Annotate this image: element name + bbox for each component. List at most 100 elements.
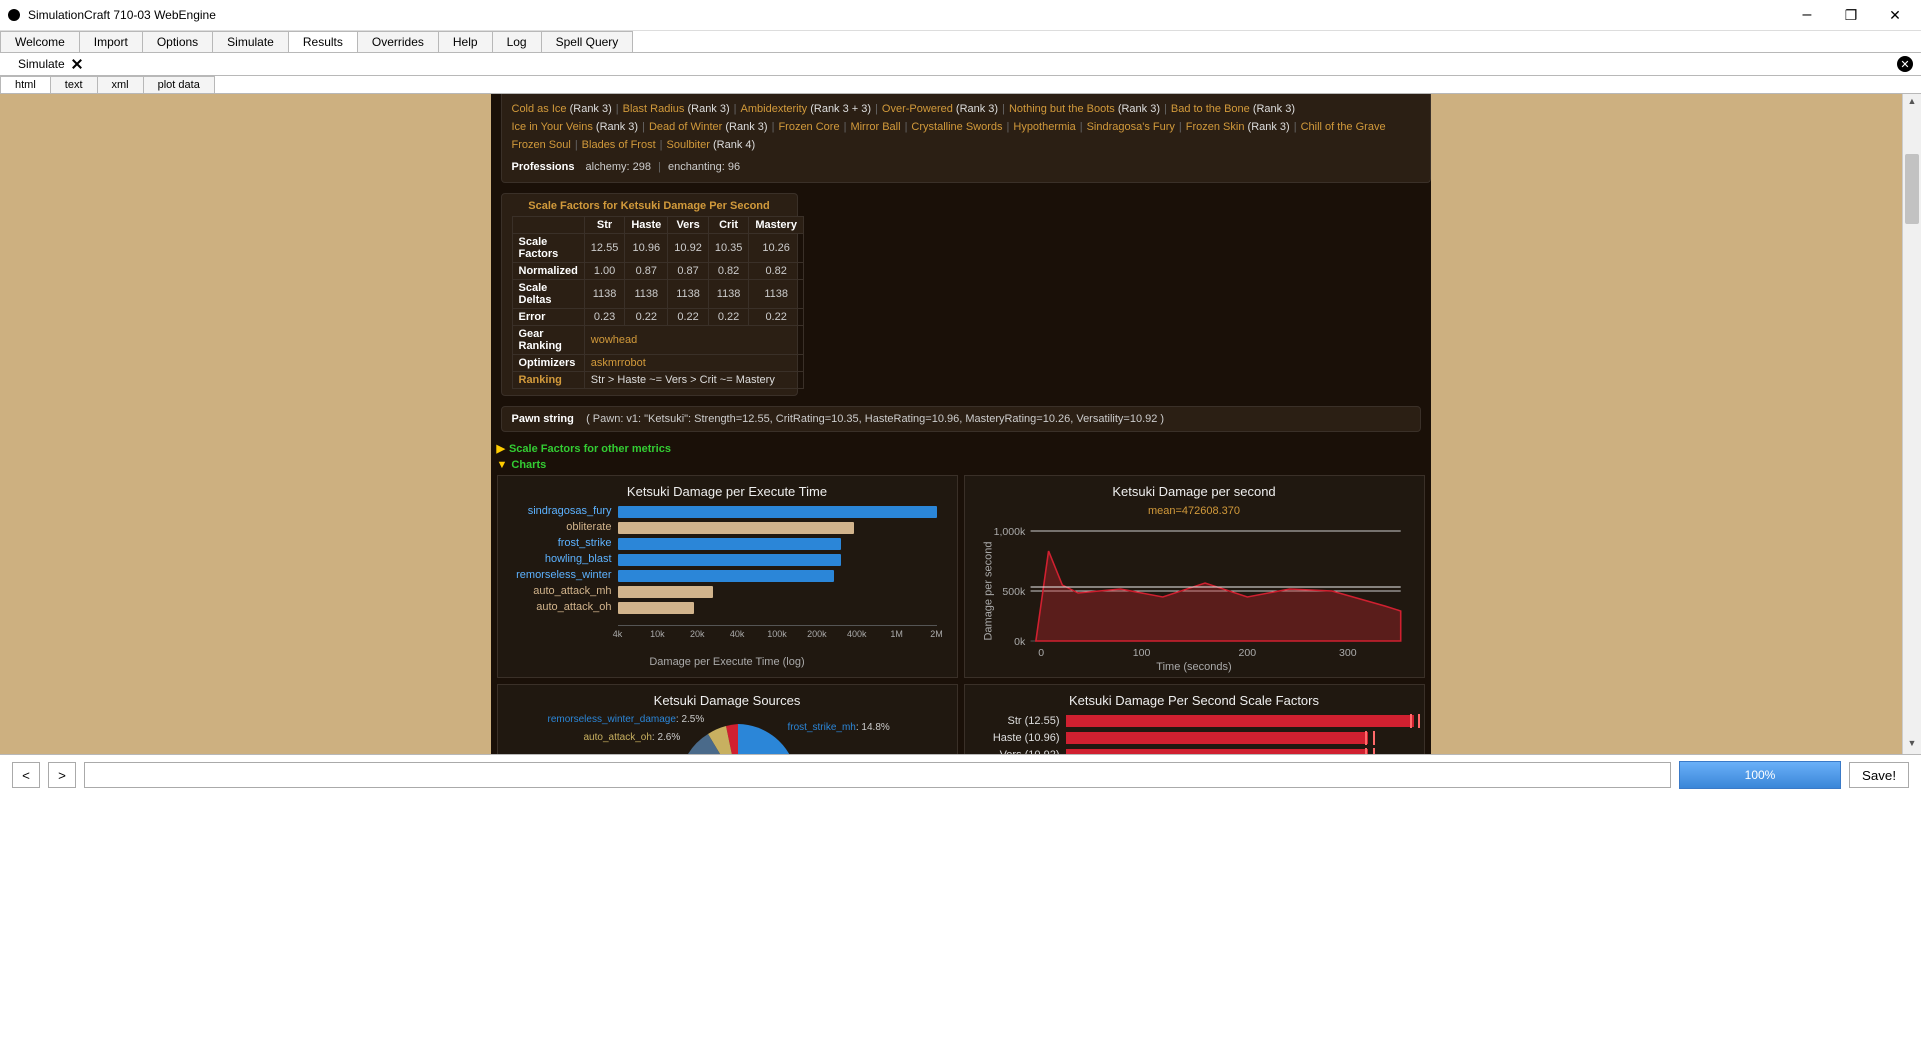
wowhead-link[interactable]: wowhead — [591, 334, 637, 346]
scroll-up-icon[interactable]: ▲ — [1905, 96, 1919, 110]
pie-label: auto_attack_oh: 2.6% — [584, 732, 681, 743]
save-button[interactable]: Save! — [1849, 762, 1909, 788]
artifact-panel: Cold as Ice (Rank 3)|Blast Radius (Rank … — [501, 94, 1431, 183]
nav-back-button[interactable]: < — [12, 762, 40, 788]
expand-right-icon: ▶ — [497, 443, 505, 455]
talent-link[interactable]: Cold as Ice — [512, 103, 567, 115]
dpet-bar: howling_blast — [618, 553, 937, 567]
scale-bar: Haste (10.96) — [975, 731, 1414, 745]
scale-factors-panel: Scale Factors for Ketsuki Damage Per Sec… — [501, 193, 798, 396]
talent-rank: (Rank 3) — [1118, 103, 1160, 115]
dpet-bar-label: auto_attack_mh — [508, 585, 612, 597]
minimize-button[interactable] — [1785, 0, 1829, 30]
talent-link[interactable]: Frozen Core — [778, 121, 839, 133]
scale-bar: Str (12.55) — [975, 714, 1414, 728]
close-all-button[interactable]: ✕ — [1897, 56, 1913, 72]
close-tab-icon[interactable] — [71, 58, 83, 70]
scale-factors-chart: Ketsuki Damage Per Second Scale Factors … — [964, 684, 1425, 754]
talent-link[interactable]: Nothing but the Boots — [1009, 103, 1115, 115]
talent-link[interactable]: Frozen Skin — [1186, 121, 1245, 133]
talent-link[interactable]: Frozen Soul — [512, 139, 571, 151]
pawn-label: Pawn string — [512, 413, 574, 425]
damage-sources-chart: Ketsuki Damage Sources remorseless_winte… — [497, 684, 958, 754]
scale-factors-table: StrHasteVersCritMasteryScale Factors12.5… — [512, 216, 804, 389]
talent-rank: (Rank 3) — [687, 103, 729, 115]
talent-rank: (Rank 3) — [725, 121, 767, 133]
maximize-button[interactable] — [1829, 0, 1873, 30]
dpet-xlabel: Damage per Execute Time (log) — [508, 656, 947, 668]
talent-link[interactable]: Over-Powered — [882, 103, 953, 115]
bottom-bar: < > 100% Save! — [0, 754, 1921, 795]
pawn-string-panel: Pawn string ( Pawn: v1: "Ketsuki": Stren… — [501, 406, 1421, 432]
talent-link[interactable]: Bad to the Bone — [1171, 103, 1250, 115]
expand-down-icon: ▼ — [497, 459, 508, 471]
talent-link[interactable]: Hypothermia — [1013, 121, 1075, 133]
profession-alchemy: alchemy: 298 — [586, 161, 651, 173]
dpet-bar-label: frost_strike — [508, 537, 612, 549]
titlebar: SimulationCraft 710-03 WebEngine — [0, 0, 1921, 31]
tab-welcome[interactable]: Welcome — [0, 31, 80, 52]
talent-link[interactable]: Blades of Frost — [582, 139, 656, 151]
talent-link[interactable]: Dead of Winter — [649, 121, 722, 133]
svg-text:300: 300 — [1339, 648, 1357, 659]
talent-rank: (Rank 3) — [1248, 121, 1290, 133]
scalechart-title: Ketsuki Damage Per Second Scale Factors — [975, 693, 1414, 708]
talent-link[interactable]: Mirror Ball — [850, 121, 900, 133]
tab-simulate[interactable]: Simulate — [212, 31, 289, 52]
dps-title: Ketsuki Damage per second — [975, 484, 1414, 499]
dpet-bar: frost_strike — [618, 537, 937, 551]
dpet-bar-label: howling_blast — [508, 553, 612, 565]
talent-link[interactable]: Ambidexterity — [741, 103, 808, 115]
scroll-thumb[interactable] — [1905, 154, 1919, 224]
viewtab-html[interactable]: html — [0, 76, 51, 93]
scale-factors-other-expander[interactable]: ▶Scale Factors for other metrics — [497, 442, 1431, 455]
talent-rank: (Rank 3) — [596, 121, 638, 133]
viewtab-xml[interactable]: xml — [97, 76, 144, 93]
sources-title: Ketsuki Damage Sources — [508, 693, 947, 708]
pawn-value: ( Pawn: v1: "Ketsuki": Strength=12.55, C… — [586, 413, 1164, 425]
main-tabs: WelcomeImportOptionsSimulateResultsOverr… — [0, 31, 1921, 53]
vertical-scrollbar[interactable]: ▲ ▼ — [1902, 94, 1921, 754]
talent-link[interactable]: Chill of the Grave — [1301, 121, 1386, 133]
scroll-down-icon[interactable]: ▼ — [1905, 738, 1919, 752]
dpet-bar: auto_attack_oh — [618, 601, 937, 615]
tab-options[interactable]: Options — [142, 31, 213, 52]
talent-link[interactable]: Blast Radius — [623, 103, 685, 115]
dps-chart: Ketsuki Damage per second mean=472608.37… — [964, 475, 1425, 678]
profession-enchanting: enchanting: 96 — [668, 161, 740, 173]
tab-results[interactable]: Results — [288, 31, 358, 52]
dpet-bar: obliterate — [618, 521, 937, 535]
dps-subtitle: mean=472608.370 — [975, 505, 1414, 517]
svg-text:1,000k: 1,000k — [993, 527, 1026, 538]
pie-label: remorseless_winter_damage: 2.5% — [548, 714, 705, 725]
talent-link[interactable]: Ice in Your Veins — [512, 121, 593, 133]
talent-link[interactable]: Sindragosa's Fury — [1087, 121, 1175, 133]
tab-log[interactable]: Log — [492, 31, 542, 52]
close-button[interactable] — [1873, 0, 1917, 30]
viewtab-plot-data[interactable]: plot data — [143, 76, 215, 93]
view-tabs: htmltextxmlplot data — [0, 76, 1921, 94]
talent-link[interactable]: Crystalline Swords — [911, 121, 1002, 133]
scale-factors-title: Scale Factors for Ketsuki Damage Per Sec… — [512, 200, 787, 216]
address-input[interactable] — [84, 762, 1671, 788]
tab-spell-query[interactable]: Spell Query — [541, 31, 634, 52]
window-title: SimulationCraft 710-03 WebEngine — [28, 8, 1785, 22]
svg-text:100: 100 — [1132, 648, 1150, 659]
viewtab-text[interactable]: text — [50, 76, 98, 93]
talent-link[interactable]: Soulbiter — [667, 139, 710, 151]
dpet-bar-label: auto_attack_oh — [508, 601, 612, 613]
tab-import[interactable]: Import — [79, 31, 143, 52]
sim-doc-tab[interactable]: Simulate — [8, 55, 93, 73]
dpet-bar-label: sindragosas_fury — [508, 505, 612, 517]
dps-ylabel: Damage per second — [982, 541, 994, 640]
dpet-bar: remorseless_winter — [618, 569, 937, 583]
nav-forward-button[interactable]: > — [48, 762, 76, 788]
charts-expander[interactable]: ▼Charts — [497, 459, 1431, 471]
professions-label: Professions — [512, 161, 583, 173]
tab-overrides[interactable]: Overrides — [357, 31, 439, 52]
tab-help[interactable]: Help — [438, 31, 493, 52]
talent-rank: (Rank 4) — [713, 139, 755, 151]
dps-xlabel: Time (seconds) — [975, 661, 1414, 673]
report-viewport: Cold as Ice (Rank 3)|Blast Radius (Rank … — [0, 94, 1921, 754]
amr-link[interactable]: askmrrobot — [591, 357, 646, 369]
